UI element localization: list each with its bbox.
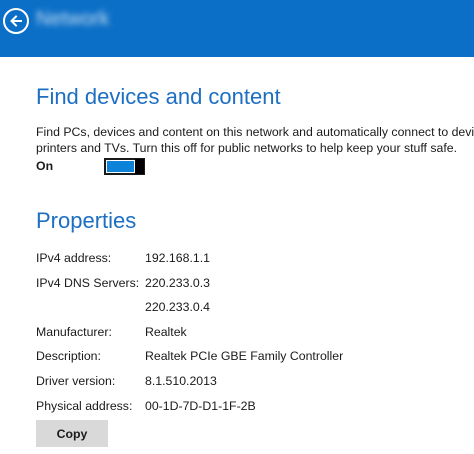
find-devices-description: Find PCs, devices and content on this ne… — [36, 124, 474, 156]
property-row-ipv4-dns: IPv4 DNS Servers: 220.233.0.3 — [36, 276, 466, 292]
property-label: Physical address: — [36, 399, 133, 413]
property-label: Manufacturer: — [36, 325, 112, 339]
property-value: 220.233.0.3 — [145, 276, 210, 290]
property-value: 00-1D-7D-D1-1F-2B — [145, 399, 256, 413]
property-value: 192.168.1.1 — [145, 251, 210, 265]
property-label: Driver version: — [36, 374, 116, 388]
property-label: IPv4 address: — [36, 251, 112, 265]
property-row-ipv4-address: IPv4 address: 192.168.1.1 — [36, 251, 466, 267]
back-button[interactable] — [3, 8, 29, 34]
arrow-left-icon — [10, 15, 22, 27]
toggle-thumb[interactable] — [135, 159, 144, 174]
network-name: Network — [36, 8, 110, 30]
property-value: 8.1.510.2013 — [145, 374, 217, 388]
toggle-state-label: On — [36, 159, 54, 173]
property-value: Realtek PCIe GBE Family Controller — [145, 349, 344, 363]
property-row-ipv4-dns-secondary: 220.233.0.4 — [36, 300, 466, 316]
properties-title: Properties — [36, 208, 137, 233]
property-row-description: Description: Realtek PCIe GBE Family Con… — [36, 349, 466, 365]
property-value: Realtek — [145, 325, 187, 339]
toggle-fill — [107, 161, 134, 172]
property-label: IPv4 DNS Servers: — [36, 276, 140, 290]
property-row-physical-address: Physical address: 00-1D-7D-D1-1F-2B — [36, 399, 466, 415]
find-devices-title: Find devices and content — [36, 84, 281, 109]
property-label: Description: — [36, 349, 101, 363]
property-row-driver-version: Driver version: 8.1.510.2013 — [36, 374, 466, 390]
property-value: 220.233.0.4 — [145, 300, 210, 314]
description-line: Find PCs, devices and content on this ne… — [36, 125, 474, 139]
network-settings-page: Network Find devices and content Find PC… — [0, 0, 474, 454]
header-bar: Network — [0, 0, 474, 57]
description-line: printers and TVs. Turn this off for publ… — [36, 141, 458, 155]
property-row-manufacturer: Manufacturer: Realtek — [36, 325, 466, 341]
copy-button[interactable]: Copy — [36, 420, 108, 447]
find-devices-toggle[interactable] — [104, 158, 145, 175]
